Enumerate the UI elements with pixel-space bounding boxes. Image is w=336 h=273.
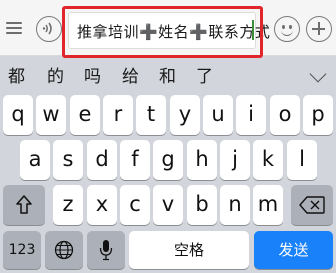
key-h[interactable]: h	[187, 140, 217, 180]
key-z[interactable]: z	[53, 185, 83, 225]
emoji-icon[interactable]	[274, 16, 300, 42]
key-f[interactable]: f	[120, 140, 150, 180]
key-u[interactable]: u	[203, 95, 233, 135]
key-e[interactable]: e	[70, 95, 100, 135]
key-n[interactable]: n	[220, 185, 250, 225]
candidate-item[interactable]: 的	[47, 62, 64, 87]
key-g[interactable]: g	[153, 140, 183, 180]
candidate-item[interactable]: 都	[8, 62, 25, 87]
globe-icon	[54, 240, 74, 260]
key-p[interactable]: p	[303, 95, 333, 135]
key-x[interactable]: x	[87, 185, 117, 225]
key-l[interactable]: l	[287, 140, 317, 180]
key-s[interactable]: s	[53, 140, 83, 180]
list-menu-icon[interactable]	[6, 22, 22, 36]
key-i[interactable]: i	[236, 95, 266, 135]
key-q[interactable]: q	[3, 95, 33, 135]
send-button[interactable]: 发送	[254, 231, 333, 269]
shift-icon	[16, 195, 32, 214]
candidate-item[interactable]: 了	[196, 62, 213, 87]
message-input-bar: 推拿培训➕姓名➕联系方式	[0, 0, 336, 58]
key-d[interactable]: d	[87, 140, 117, 180]
key-k[interactable]: k	[253, 140, 283, 180]
key-b[interactable]: b	[187, 185, 217, 225]
space-key[interactable]: 空格	[129, 231, 249, 269]
highlight-box	[62, 6, 263, 58]
key-w[interactable]: w	[36, 95, 66, 135]
key-j[interactable]: j	[220, 140, 250, 180]
key-m[interactable]: m	[253, 185, 283, 225]
key-t[interactable]: t	[136, 95, 166, 135]
key-c[interactable]: c	[120, 185, 150, 225]
candidate-item[interactable]: 和	[159, 62, 176, 87]
key-r[interactable]: r	[103, 95, 133, 135]
chevron-down-icon[interactable]	[309, 65, 327, 83]
plus-icon[interactable]	[306, 16, 332, 42]
key-o[interactable]: o	[270, 95, 300, 135]
candidate-item[interactable]: 吗	[84, 62, 101, 87]
candidate-bar: 都 的 吗 给 和 了	[0, 58, 336, 90]
shift-key[interactable]	[3, 185, 45, 225]
delete-key[interactable]	[291, 185, 333, 225]
key-v[interactable]: v	[153, 185, 183, 225]
key-y[interactable]: y	[170, 95, 200, 135]
numbers-key[interactable]: 123	[3, 231, 41, 269]
key-a[interactable]: a	[20, 140, 50, 180]
candidate-item[interactable]: 给	[122, 62, 139, 87]
backspace-icon	[299, 196, 325, 214]
globe-key[interactable]	[45, 231, 83, 269]
microphone-icon	[99, 240, 113, 261]
voice-input-icon[interactable]	[36, 16, 62, 42]
microphone-key[interactable]	[87, 231, 125, 269]
